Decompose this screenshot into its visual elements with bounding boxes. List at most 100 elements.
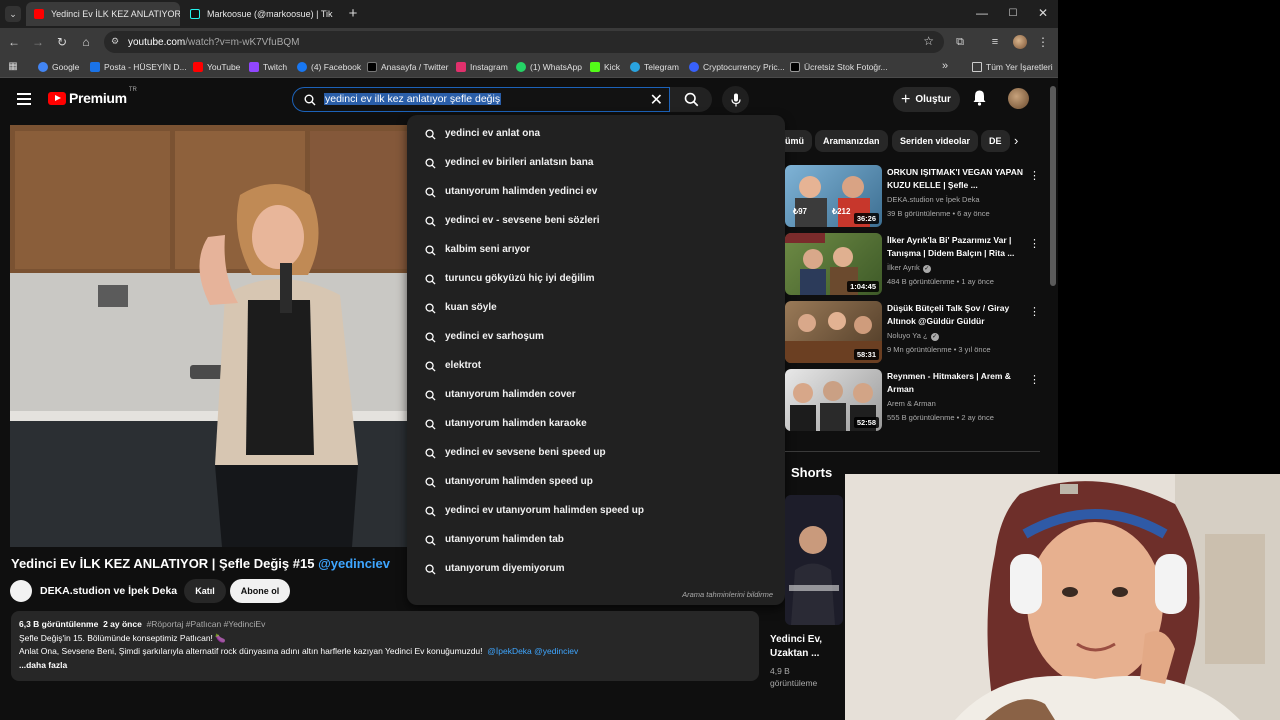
video-thumbnail[interactable]: 52:58 xyxy=(785,369,882,431)
bookmark-posta[interactable]: Posta - HÜSEYİN D... xyxy=(90,60,187,74)
bookmark-google[interactable]: Google xyxy=(38,60,79,74)
suggestion-item[interactable]: kalbim seni arıyor xyxy=(407,236,785,265)
bookmark-telegram[interactable]: Telegram xyxy=(630,60,679,74)
account-avatar[interactable] xyxy=(1008,88,1029,109)
youtube-premium-logo[interactable]: Premium TR xyxy=(48,87,137,106)
browser-tab-youtube[interactable]: Yedinci Ev İLK KEZ ANLATIYOR | ✕ xyxy=(26,2,180,26)
video-thumbnail[interactable]: 58:31 xyxy=(785,301,882,363)
media-controls-icon[interactable]: ≡ xyxy=(987,34,1003,50)
video-title[interactable]: Reynmen - Hitmakers | Arem & Arman xyxy=(887,370,1027,396)
bookmark-youtube[interactable]: YouTube xyxy=(193,60,240,74)
channel-name[interactable]: DEKA.studion ve İpek Deka xyxy=(887,195,980,204)
voice-search-button[interactable] xyxy=(722,86,749,113)
suggestion-item[interactable]: yedinci ev utanıyorum halimden speed up xyxy=(407,497,785,526)
channel-name[interactable]: İlker Ayrık ✓ xyxy=(887,263,931,273)
short-thumbnail[interactable] xyxy=(785,495,843,625)
hashtags[interactable]: #Röportaj #Patlıcan #YedinciEv xyxy=(147,619,266,629)
chip-deka[interactable]: DE xyxy=(981,130,1010,152)
search-input[interactable]: yedinci ev ilk kez anlatıyor şefle değiş… xyxy=(292,87,670,112)
suggestion-item[interactable]: yedinci ev birileri anlatsın bana xyxy=(407,149,785,178)
close-window-icon[interactable]: ✕ xyxy=(1036,6,1050,20)
more-options-icon[interactable]: ⋮ xyxy=(1029,237,1040,250)
channel-name[interactable]: DEKA.studion ve İpek Deka xyxy=(40,585,177,597)
home-icon[interactable]: ⌂ xyxy=(78,34,94,50)
bookmark-crypto[interactable]: Cryptocurrency Pric... xyxy=(689,60,785,74)
suggestion-item[interactable]: utanıyorum diyemiyorum xyxy=(407,555,785,584)
channel-name[interactable]: Arem & Arman xyxy=(887,399,936,408)
chip-all[interactable]: ümü xyxy=(785,130,812,152)
suggestion-item[interactable]: utanıyorum halimden tab xyxy=(407,526,785,555)
bookmark-twitter[interactable]: Anasayfa / Twitter xyxy=(367,60,448,74)
suggestion-item[interactable]: kuan söyle xyxy=(407,294,785,323)
chip-from-your-search[interactable]: Aramanızdan xyxy=(815,130,888,152)
suggestion-item[interactable]: yedinci ev sarhoşum xyxy=(407,323,785,352)
page-scrollbar[interactable] xyxy=(1050,86,1056,286)
bookmark-stock-photo[interactable]: Ücretsiz Stok Fotoğr... xyxy=(790,60,888,74)
apps-grid-icon[interactable]: ▦ xyxy=(6,59,20,73)
profile-avatar-icon[interactable] xyxy=(1013,35,1027,49)
back-icon[interactable]: ← xyxy=(6,34,22,50)
menu-icon[interactable] xyxy=(17,93,31,105)
suggestion-item[interactable]: yedinci ev - sevsene beni sözleri xyxy=(407,207,785,236)
bookmark-whatsapp[interactable]: (1) WhatsApp xyxy=(516,60,582,74)
suggestion-item[interactable]: utanıyorum halimden yedinci ev xyxy=(407,178,785,207)
reload-icon[interactable]: ↻ xyxy=(54,34,70,50)
short-title[interactable]: Yedinci Ev, Uzaktan ... xyxy=(770,633,822,661)
suggestion-item[interactable]: yedinci ev anlat ona xyxy=(407,120,785,149)
recommended-video[interactable]: 52:58 Reynmen - Hitmakers | Arem & Arman… xyxy=(785,369,1045,433)
forward-icon[interactable]: → xyxy=(30,34,46,50)
video-title[interactable]: ORKUN IŞITMAK'I VEGAN YAPAN KUZU KELLE |… xyxy=(887,166,1027,192)
site-info-icon[interactable]: ⚙ xyxy=(111,36,119,47)
channel-name[interactable]: Noluyo Ya ¿ ✓ xyxy=(887,331,939,341)
show-more-link[interactable]: ...daha fazla xyxy=(19,659,751,673)
video-description[interactable]: 6,3 B görüntülenme 2 ay önce #Röportaj #… xyxy=(11,611,759,681)
address-bar[interactable]: ⚙ youtube.com/watch?v=m-wK7VfuBQM ☆ xyxy=(104,31,944,53)
video-thumbnail[interactable]: 1:04:45 xyxy=(785,233,882,295)
plus-icon: + xyxy=(901,90,911,108)
bookmark-kick[interactable]: Kick xyxy=(590,60,620,74)
bookmark-instagram[interactable]: Instagram xyxy=(456,60,508,74)
suggestion-item[interactable]: elektrot xyxy=(407,352,785,381)
suggestion-item[interactable]: yedinci ev sevsene beni speed up xyxy=(407,439,785,468)
clear-search-icon[interactable]: ✕ xyxy=(650,90,663,110)
report-predictions-link[interactable]: Arama tahminlerini bildirme xyxy=(682,590,773,599)
video-title[interactable]: İlker Ayrık'la Bi' Pazarımız Var | Tanış… xyxy=(887,234,1027,260)
bookmark-star-icon[interactable]: ☆ xyxy=(923,34,934,48)
more-bookmarks-icon[interactable]: » xyxy=(938,59,952,73)
recommended-video[interactable]: 1:04:45 İlker Ayrık'la Bi' Pazarımız Var… xyxy=(785,233,1045,297)
recommended-video[interactable]: 58:31 Düşük Bütçeli Talk Şov / Giray Alt… xyxy=(785,301,1045,365)
create-button[interactable]: + Oluştur xyxy=(893,87,960,112)
all-bookmarks-folder[interactable]: Tüm Yer İşaretleri xyxy=(972,60,1053,74)
search-button[interactable] xyxy=(670,87,712,112)
more-options-icon[interactable]: ⋮ xyxy=(1029,169,1040,182)
join-button[interactable]: Katıl xyxy=(184,579,226,603)
extensions-icon[interactable]: ⧉ xyxy=(952,34,968,50)
subscribe-button[interactable]: Abone ol xyxy=(230,579,290,603)
tab-search-icon[interactable]: ⌄ xyxy=(5,6,21,22)
more-options-icon[interactable]: ⋮ xyxy=(1029,373,1040,386)
suggestion-item[interactable]: turuncu gökyüzü hiç iyi değilim xyxy=(407,265,785,294)
notifications-bell-icon[interactable] xyxy=(972,89,987,106)
recommended-video[interactable]: ₺97 ₺212 36:26 ORKUN IŞITMAK'I VEGAN YAPA… xyxy=(785,165,1045,229)
video-title-handle-link[interactable]: @yedinciev xyxy=(318,556,390,571)
browser-tab-tiktok[interactable]: Markoosue (@markoosue) | Tik ✕ xyxy=(182,2,340,26)
bookmark-facebook[interactable]: (4) Facebook xyxy=(297,60,361,74)
browser-menu-icon[interactable]: ⋮ xyxy=(1036,34,1050,50)
bookmark-twitch[interactable]: Twitch xyxy=(249,60,287,74)
minimize-window-icon[interactable]: — xyxy=(975,6,989,20)
description-mentions-link[interactable]: @İpekDeka @yedinciev xyxy=(487,646,578,656)
more-options-icon[interactable]: ⋮ xyxy=(1029,305,1040,318)
suggestion-item[interactable]: utanıyorum halimden cover xyxy=(407,381,785,410)
close-tab-icon[interactable]: ✕ xyxy=(333,8,340,21)
video-thumbnail[interactable]: ₺97 ₺212 36:26 xyxy=(785,165,882,227)
maximize-window-icon[interactable]: ☐ xyxy=(1006,6,1020,20)
suggestion-item[interactable]: utanıyorum halimden karaoke xyxy=(407,410,785,439)
kick-icon xyxy=(590,62,600,72)
channel-avatar[interactable] xyxy=(10,580,32,602)
video-player[interactable] xyxy=(10,125,410,547)
chevron-right-icon[interactable]: › xyxy=(1014,133,1018,148)
new-tab-button[interactable]: + xyxy=(345,5,361,22)
chip-series-videos[interactable]: Seriden videolar xyxy=(892,130,979,152)
video-title[interactable]: Düşük Bütçeli Talk Şov / Giray Altınok @… xyxy=(887,302,1027,328)
suggestion-item[interactable]: utanıyorum halimden speed up xyxy=(407,468,785,497)
